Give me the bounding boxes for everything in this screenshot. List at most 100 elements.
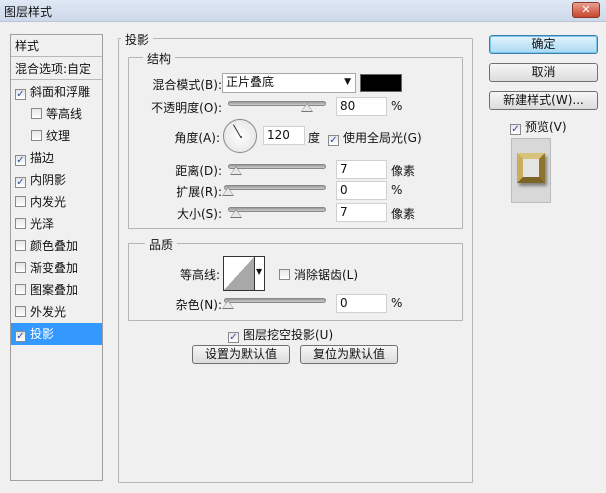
opacity-unit: % — [391, 99, 403, 113]
knockout-checkbox[interactable]: ✓ 图层挖空投影(U) — [228, 326, 333, 343]
contour-label: 等高线: — [179, 268, 220, 282]
checkbox[interactable] — [15, 218, 26, 229]
noise-slider[interactable] — [222, 298, 326, 309]
style-item[interactable]: ✓ 描边 — [11, 147, 102, 169]
checkbox[interactable] — [15, 262, 26, 273]
size-label: 大小(S): — [176, 207, 222, 221]
style-item[interactable]: ✓ 内阴影 — [11, 169, 102, 191]
contour-picker[interactable]: ▼ — [223, 256, 265, 291]
size-unit: 像素 — [391, 207, 416, 221]
styles-header[interactable]: 样式 — [11, 35, 102, 57]
blend-mode-label: 混合模式(B): — [152, 78, 222, 92]
checkbox[interactable] — [15, 284, 26, 295]
checkbox[interactable]: ✓ — [328, 135, 339, 146]
angle-unit: 度 — [308, 131, 321, 145]
structure-title: 结构 — [143, 50, 176, 67]
global-light-label: 使用全局光(G) — [343, 131, 422, 145]
global-light-checkbox[interactable]: ✓ 使用全局光(G) — [328, 129, 422, 146]
style-item-label: 投影 — [30, 327, 55, 341]
checkbox[interactable] — [279, 269, 290, 280]
blend-mode-select[interactable]: 正片叠底 ▼ — [222, 73, 356, 93]
style-item-label: 斜面和浮雕 — [30, 85, 91, 99]
slider-thumb[interactable] — [230, 166, 242, 175]
checkbox[interactable]: ✓ — [15, 177, 26, 188]
close-button[interactable]: ✕ — [572, 2, 600, 18]
set-default-button[interactable]: 设置为默认值 — [192, 345, 290, 364]
style-item[interactable]: 内发光 — [11, 191, 102, 213]
style-item[interactable]: 光泽 — [11, 213, 102, 235]
distance-label: 距离(D): — [175, 164, 222, 178]
angle-input[interactable]: 120 — [263, 126, 305, 145]
checkbox[interactable]: ✓ — [15, 155, 26, 166]
style-item[interactable]: 图案叠加 — [11, 279, 102, 301]
spread-unit: % — [391, 183, 403, 197]
checkbox[interactable] — [15, 196, 26, 207]
opacity-slider[interactable] — [228, 101, 326, 112]
distance-input[interactable]: 7 — [336, 160, 387, 179]
blend-mode-value: 正片叠底 — [226, 75, 275, 89]
distance-slider[interactable] — [228, 164, 326, 175]
preview-frame-image — [517, 153, 545, 183]
checkbox[interactable] — [31, 108, 42, 119]
style-item-label: 光泽 — [30, 217, 55, 231]
distance-unit: 像素 — [391, 164, 416, 178]
checkbox[interactable]: ✓ — [15, 331, 26, 342]
ok-button[interactable]: 确定 — [489, 35, 598, 54]
style-item-label: 颜色叠加 — [30, 239, 79, 253]
style-item-label: 图案叠加 — [30, 283, 79, 297]
styles-list: 样式 混合选项:自定 ✓ 斜面和浮雕等高线纹理 ✓ 描边 ✓ 内阴影内发光光泽颜色叠加渐变… — [10, 34, 103, 481]
style-item[interactable]: ✓ 投影 — [11, 323, 102, 345]
preview-checkbox[interactable]: ✓ 预览(V) — [510, 118, 567, 135]
checkbox[interactable] — [15, 306, 26, 317]
style-item-label: 内阴影 — [30, 173, 67, 187]
slider-thumb[interactable] — [301, 103, 313, 112]
chevron-down-icon[interactable]: ▼ — [256, 267, 262, 276]
shadow-color-swatch[interactable] — [360, 74, 402, 92]
checkbox[interactable]: ✓ — [228, 332, 239, 343]
slider-thumb[interactable] — [222, 300, 234, 309]
angle-dial[interactable] — [223, 119, 257, 153]
knockout-label: 图层挖空投影(U) — [243, 328, 334, 342]
angle-label: 角度(A): — [174, 131, 220, 145]
style-item[interactable]: 颜色叠加 — [11, 235, 102, 257]
style-item[interactable]: 纹理 — [11, 125, 102, 147]
checkbox[interactable] — [15, 240, 26, 251]
antialias-checkbox[interactable]: 消除锯齿(L) — [279, 266, 358, 283]
style-item[interactable]: 等高线 — [11, 103, 102, 125]
style-item-label: 渐变叠加 — [30, 261, 79, 275]
reset-default-button[interactable]: 复位为默认值 — [300, 345, 398, 364]
checkbox[interactable] — [31, 130, 42, 141]
spread-label: 扩展(R): — [176, 185, 222, 199]
style-item[interactable]: 外发光 — [11, 301, 102, 323]
style-item-label: 等高线 — [46, 107, 83, 121]
style-item[interactable]: ✓ 斜面和浮雕 — [11, 81, 102, 103]
title-bar: 图层样式 ✕ — [0, 0, 606, 22]
cancel-button[interactable]: 取消 — [489, 63, 598, 82]
new-style-button[interactable]: 新建样式(W)... — [489, 91, 598, 110]
style-item[interactable]: 渐变叠加 — [11, 257, 102, 279]
slider-thumb[interactable] — [230, 209, 242, 218]
style-item-label: 外发光 — [30, 305, 67, 319]
size-slider[interactable] — [228, 207, 326, 218]
size-input[interactable]: 7 — [336, 203, 387, 222]
window-title: 图层样式 — [4, 5, 53, 19]
chevron-down-icon: ▼ — [344, 77, 351, 87]
spread-slider[interactable] — [222, 185, 326, 196]
style-preview — [511, 138, 551, 203]
blend-options-item[interactable]: 混合选项:自定 — [11, 58, 102, 80]
drop-shadow-title: 投影 — [121, 31, 154, 48]
checkbox[interactable]: ✓ — [15, 89, 26, 100]
antialias-label: 消除锯齿(L) — [294, 268, 359, 282]
noise-input[interactable]: 0 — [336, 294, 387, 313]
opacity-label: 不透明度(O): — [151, 101, 222, 115]
checkbox[interactable]: ✓ — [510, 124, 521, 135]
noise-unit: % — [391, 296, 403, 310]
style-item-label: 内发光 — [30, 195, 67, 209]
style-item-label: 描边 — [30, 151, 55, 165]
opacity-input[interactable]: 80 — [336, 97, 387, 116]
quality-title: 品质 — [145, 236, 178, 253]
noise-label: 杂色(N): — [175, 298, 222, 312]
preview-label: 预览(V) — [525, 120, 567, 134]
spread-input[interactable]: 0 — [336, 181, 387, 200]
slider-thumb[interactable] — [222, 187, 234, 196]
